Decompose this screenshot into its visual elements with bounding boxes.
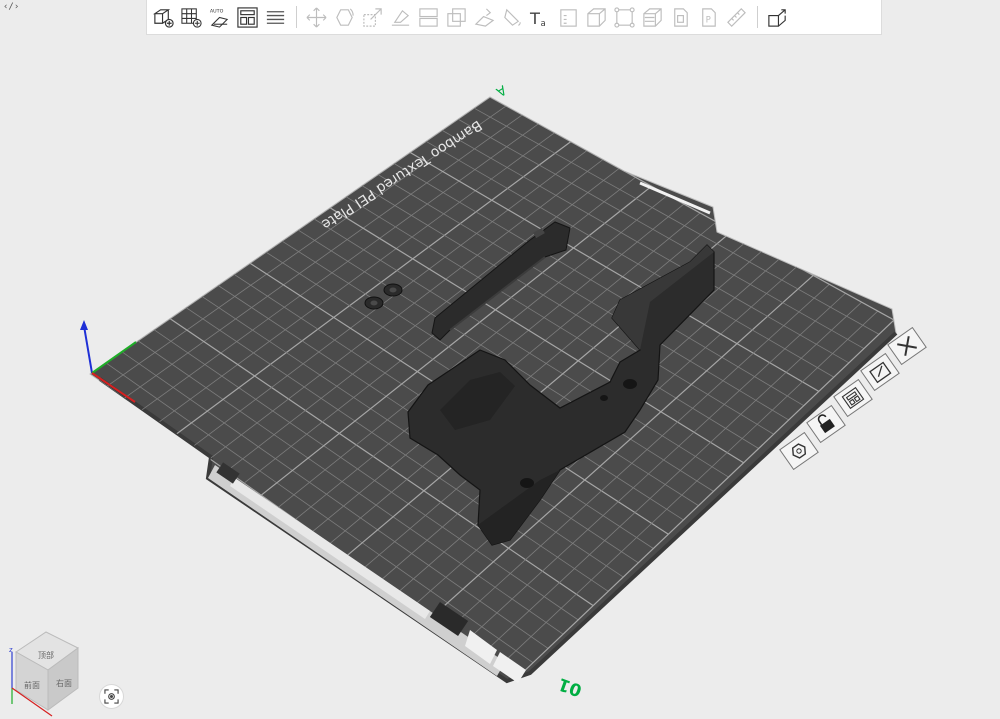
model-nut-right[interactable] — [383, 283, 403, 297]
view-cube-top-label: 顶部 — [38, 650, 54, 660]
plate-number: 01 — [556, 673, 585, 700]
focus-target-icon — [104, 689, 119, 704]
view-cube-front-label: 前面 — [24, 680, 40, 690]
view-cube-right-label: 右面 — [56, 678, 72, 688]
svg-text:z: z — [9, 646, 13, 654]
model-nut-left[interactable] — [364, 296, 384, 310]
reset-view-button[interactable] — [99, 684, 124, 709]
view-cube[interactable]: 顶部 前面 右面 z — [6, 630, 86, 719]
bed-label-a: A — [493, 82, 508, 99]
3d-viewport[interactable]: Bamboo Textured PEI Plate A 01 — [0, 0, 1000, 719]
